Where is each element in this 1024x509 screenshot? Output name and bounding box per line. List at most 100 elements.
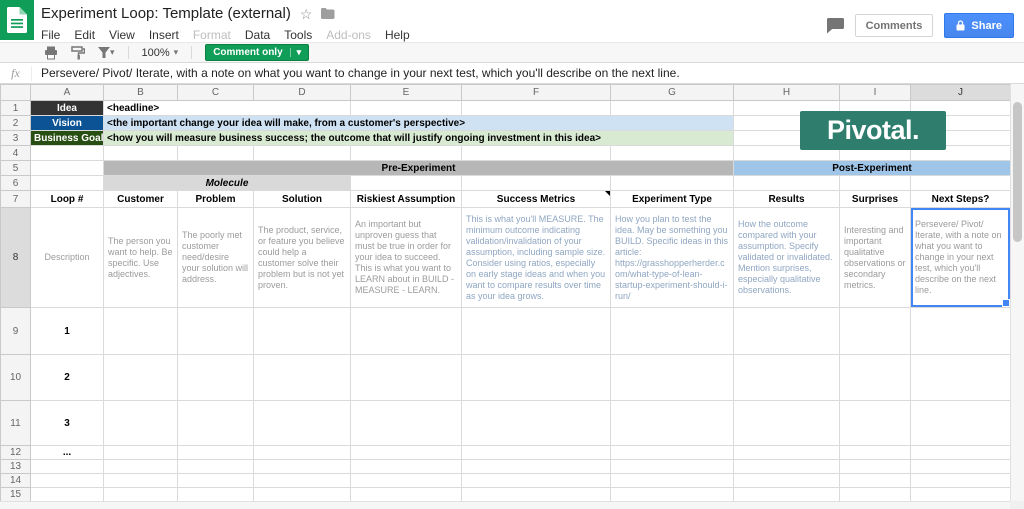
cell-desc-solution[interactable]: The product, service, or feature you bel…: [253, 207, 351, 308]
cell[interactable]: [461, 487, 611, 502]
col-header-h[interactable]: H: [733, 84, 840, 101]
cell[interactable]: [910, 354, 1010, 401]
cell[interactable]: [350, 459, 462, 474]
row-number[interactable]: 6: [0, 175, 31, 191]
cell[interactable]: [610, 307, 734, 355]
cell-header-success-metrics[interactable]: Success Metrics: [461, 190, 611, 208]
cell-desc-problem[interactable]: The poorly met customer need/desire your…: [177, 207, 254, 308]
col-header-g[interactable]: G: [610, 84, 734, 101]
cell[interactable]: [839, 400, 911, 446]
cell[interactable]: [733, 445, 840, 460]
col-header-d[interactable]: D: [253, 84, 351, 101]
cell-desc-next-steps-selected[interactable]: Persevere/ Pivot/ Iterate, with a note o…: [910, 207, 1010, 308]
cell[interactable]: [910, 307, 1010, 355]
row-number[interactable]: 11: [0, 400, 31, 446]
cell-loop-2[interactable]: 2: [30, 354, 104, 401]
cell-header-problem[interactable]: Problem: [177, 190, 254, 208]
cell[interactable]: [30, 175, 104, 191]
cell[interactable]: [461, 400, 611, 446]
col-header-f[interactable]: F: [461, 84, 611, 101]
formula-input[interactable]: Persevere/ Pivot/ Iterate, with a note o…: [32, 66, 1024, 80]
cell[interactable]: [610, 354, 734, 401]
row-number[interactable]: 9: [0, 307, 31, 355]
cell-desc-customer[interactable]: The person you want to help. Be specific…: [103, 207, 178, 308]
cell-loop-1[interactable]: 1: [30, 307, 104, 355]
cell[interactable]: [610, 445, 734, 460]
cell-business-goal-value[interactable]: <how you will measure business success; …: [103, 130, 734, 146]
menu-help[interactable]: Help: [378, 28, 417, 42]
star-icon[interactable]: ☆: [300, 7, 313, 21]
row-number[interactable]: 8: [0, 207, 31, 308]
cell[interactable]: [461, 145, 611, 161]
menu-insert[interactable]: Insert: [142, 28, 186, 42]
cell[interactable]: [177, 473, 254, 488]
cell-header-results[interactable]: Results: [733, 190, 840, 208]
cell-desc-experiment-type[interactable]: How you plan to test the idea. May be so…: [610, 207, 734, 308]
col-header-b[interactable]: B: [103, 84, 178, 101]
cell-loop-ellipsis[interactable]: ...: [30, 445, 104, 460]
cell[interactable]: [910, 400, 1010, 446]
cell[interactable]: [30, 160, 104, 176]
row-number[interactable]: 14: [0, 473, 31, 488]
cell-idea-label[interactable]: Idea: [30, 100, 104, 116]
zoom-control[interactable]: 100% ▾: [142, 47, 179, 59]
row-number[interactable]: 10: [0, 354, 31, 401]
cell[interactable]: [839, 487, 911, 502]
cell-loop-3[interactable]: 3: [30, 400, 104, 446]
cell[interactable]: [610, 145, 734, 161]
col-header-i[interactable]: I: [839, 84, 911, 101]
cell-header-loop[interactable]: Loop #: [30, 190, 104, 208]
cell[interactable]: [350, 473, 462, 488]
cell[interactable]: [839, 307, 911, 355]
cell[interactable]: [253, 487, 351, 502]
cell[interactable]: [253, 445, 351, 460]
cell[interactable]: [733, 175, 840, 191]
cell[interactable]: [839, 354, 911, 401]
cell[interactable]: [30, 473, 104, 488]
cell[interactable]: [733, 400, 840, 446]
cell[interactable]: [103, 487, 178, 502]
cell[interactable]: [733, 473, 840, 488]
cell-desc-surprises[interactable]: Interesting and important qualitative ob…: [839, 207, 911, 308]
cell[interactable]: [461, 459, 611, 474]
cell[interactable]: [350, 100, 462, 116]
cell[interactable]: [253, 307, 351, 355]
cell[interactable]: [177, 445, 254, 460]
cell-header-next-steps[interactable]: Next Steps?: [910, 190, 1010, 208]
cell[interactable]: [30, 459, 104, 474]
paint-format-icon[interactable]: [71, 45, 85, 60]
cell-desc-results[interactable]: How the outcome compared with your assum…: [733, 207, 840, 308]
comments-button[interactable]: Comments: [854, 14, 934, 37]
cell[interactable]: [350, 445, 462, 460]
filter-icon[interactable]: ▾: [98, 47, 115, 58]
cell[interactable]: [177, 400, 254, 446]
cell[interactable]: [103, 445, 178, 460]
cell[interactable]: [461, 100, 611, 116]
cell[interactable]: [733, 487, 840, 502]
row-number[interactable]: 5: [0, 160, 31, 176]
cell-post-experiment[interactable]: Post-Experiment: [733, 160, 1010, 176]
cell[interactable]: [610, 400, 734, 446]
cell[interactable]: [461, 354, 611, 401]
cell[interactable]: [839, 175, 911, 191]
row-number[interactable]: 12: [0, 445, 31, 460]
cell[interactable]: [177, 145, 254, 161]
cell-molecule[interactable]: Molecule: [103, 175, 351, 191]
cell-header-customer[interactable]: Customer: [103, 190, 178, 208]
cell[interactable]: [253, 145, 351, 161]
menu-file[interactable]: File: [41, 28, 67, 42]
row-number[interactable]: 15: [0, 487, 31, 502]
cell[interactable]: [610, 100, 734, 116]
cell-desc-success-metrics[interactable]: This is what you'll MEASURE. The minimum…: [461, 207, 611, 308]
cell[interactable]: [30, 487, 104, 502]
menu-data[interactable]: Data: [238, 28, 277, 42]
print-icon[interactable]: [44, 46, 58, 60]
cell-business-goal-label[interactable]: Business Goal: [30, 130, 104, 146]
cell[interactable]: [839, 445, 911, 460]
cell[interactable]: [610, 487, 734, 502]
cell-header-riskiest-assumption[interactable]: Riskiest Assumption: [350, 190, 462, 208]
cell[interactable]: [103, 473, 178, 488]
comment-bubble-icon[interactable]: [826, 17, 844, 34]
share-button[interactable]: Share: [944, 13, 1014, 38]
cell[interactable]: [461, 445, 611, 460]
